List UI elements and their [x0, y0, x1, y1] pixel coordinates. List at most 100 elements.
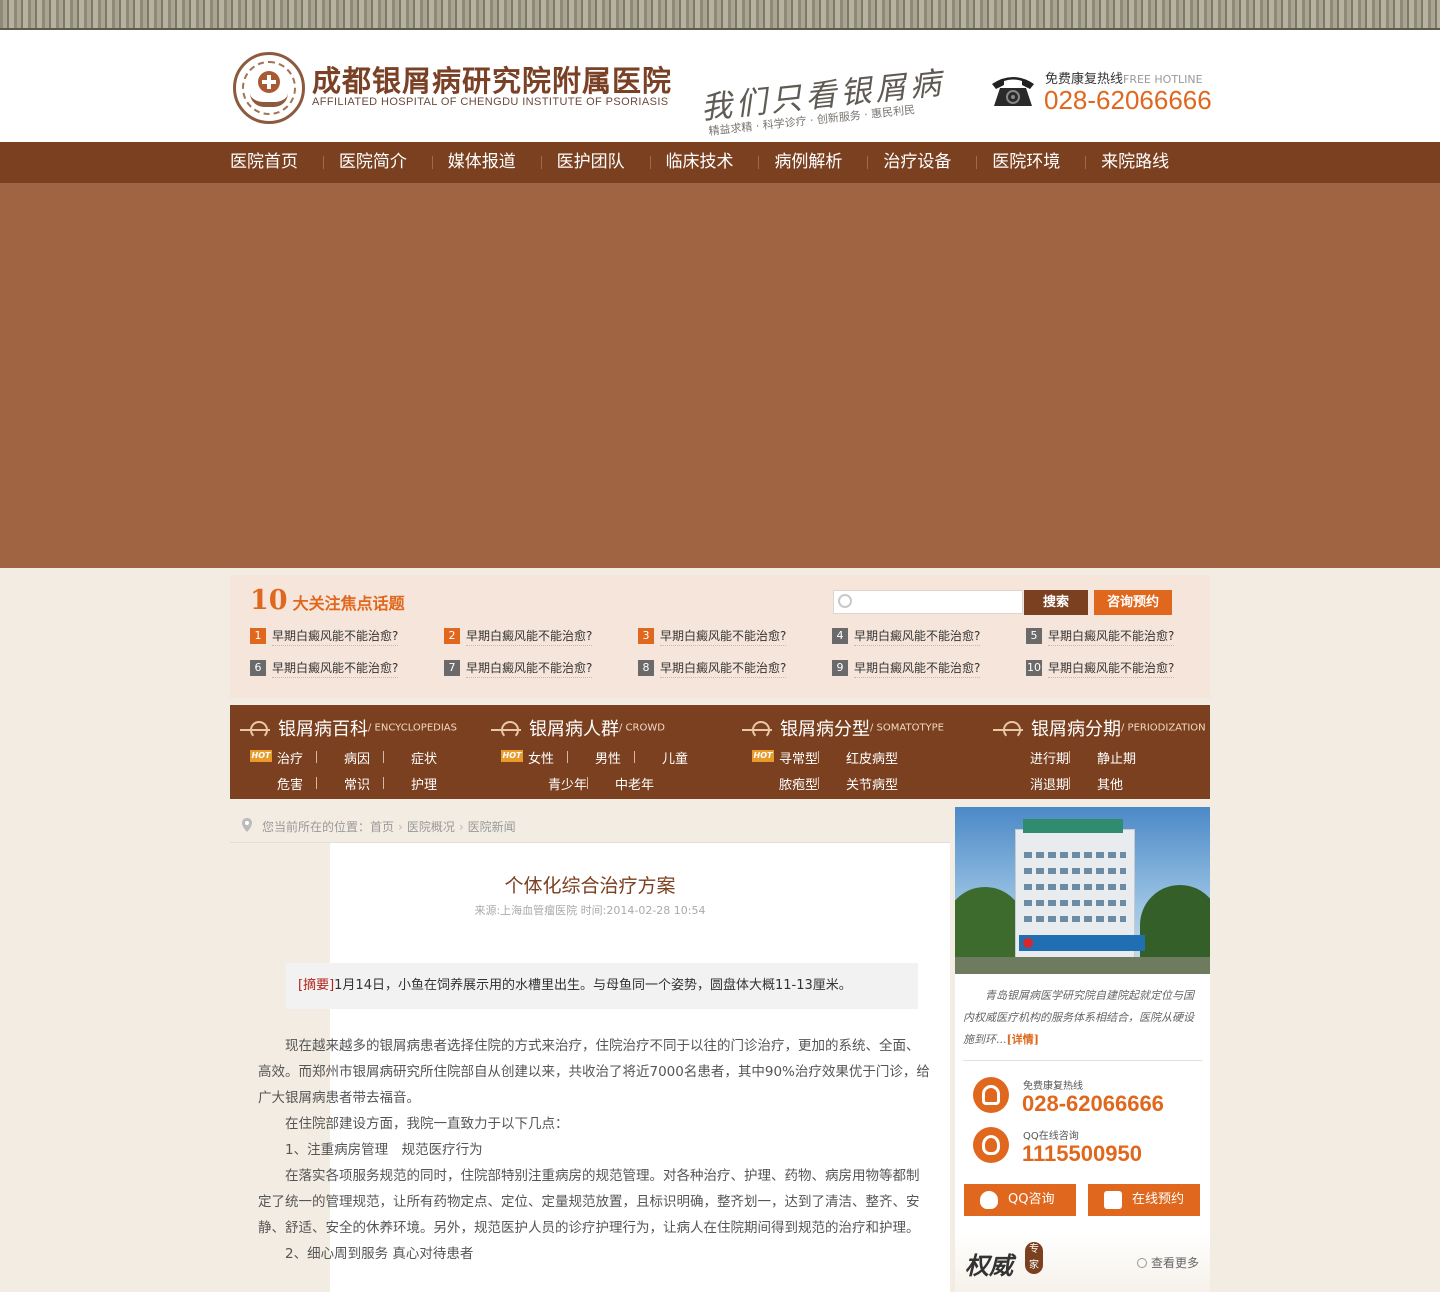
- topic-number-badge: 4: [832, 627, 848, 644]
- hot-badge-icon: HOT: [501, 750, 523, 762]
- nav-item-0[interactable]: 医院首页: [230, 142, 298, 183]
- category-link[interactable]: 男性: [595, 748, 621, 767]
- topic-item[interactable]: 1 早期白癜风能不能治愈?: [250, 627, 399, 646]
- ground: [955, 957, 1210, 974]
- side-hotline-number[interactable]: 028-62066666: [1022, 1091, 1164, 1117]
- nav-item-5[interactable]: 病例解析: [774, 142, 842, 183]
- topic-number-badge: 2: [444, 627, 460, 644]
- category-title-en: / PERIODIZATION: [1121, 722, 1206, 734]
- search-box: [833, 590, 1023, 614]
- topic-item[interactable]: 8 早期白癜风能不能治愈?: [638, 659, 787, 678]
- hospital-logo-icon[interactable]: [233, 52, 305, 124]
- topic-text: 早期白癜风能不能治愈?: [854, 629, 981, 646]
- topic-number-badge: 1: [250, 627, 266, 644]
- category-link[interactable]: 常识: [344, 774, 370, 793]
- category-link[interactable]: 中老年: [615, 774, 654, 793]
- article-paragraph: 在住院部建设方面，我院一直致力于以下几点：: [285, 1116, 569, 1132]
- qq-number[interactable]: 1115500950: [1022, 1141, 1142, 1167]
- side-hotline-label: 免费康复热线: [1023, 1081, 1083, 1092]
- nav-item-4[interactable]: 临床技术: [666, 142, 734, 183]
- category-title-cn: 银屑病人群: [529, 719, 619, 740]
- category-link[interactable]: 护理: [411, 774, 437, 793]
- details-link[interactable]: [详情]: [1007, 1033, 1039, 1046]
- nav-item-3[interactable]: 医护团队: [557, 142, 625, 183]
- category-title-en: / CROWD: [619, 722, 665, 734]
- topic-text: 早期白癜风能不能治愈?: [466, 629, 593, 646]
- window-row: [1024, 884, 1126, 890]
- topic-number-badge: 10: [1026, 659, 1042, 676]
- topic-item[interactable]: 3 早期白癜风能不能治愈?: [638, 627, 787, 646]
- category-title[interactable]: 银屑病百科/ ENCYCLOPEDIAS: [240, 715, 457, 741]
- category-link[interactable]: 病因: [344, 748, 370, 767]
- category-link[interactable]: 女性: [528, 748, 554, 767]
- breadcrumb-arrow-icon: ›: [398, 820, 403, 834]
- breadcrumb-overview[interactable]: 医院概况: [407, 820, 455, 834]
- category-link[interactable]: 寻常型: [779, 748, 818, 767]
- search-input[interactable]: [858, 593, 1018, 611]
- hospital-description: 青岛银屑病医学研究院自建院起就定位与国内权威医疗机构的服务体系相结合，医院从硬设…: [963, 985, 1203, 1051]
- topic-number-badge: 5: [1026, 627, 1042, 644]
- hotline-number[interactable]: 028-62066666: [1044, 85, 1212, 116]
- hospital-name-cn[interactable]: 成都银屑病研究院附属医院: [312, 58, 672, 100]
- nav-item-1[interactable]: 医院简介: [339, 142, 407, 183]
- category-block: 银屑病分期/ PERIODIZATION 进行期 静止期消退期 其他: [983, 705, 1228, 799]
- category-title[interactable]: 银屑病人群/ CROWD: [491, 715, 665, 741]
- nav-separator: [431, 156, 433, 169]
- category-title-cn: 银屑病分期: [1031, 719, 1121, 740]
- view-more-link[interactable]: 查看更多: [1137, 1254, 1199, 1271]
- category-title-en: / SOMATOTYPE: [870, 722, 945, 734]
- category-link[interactable]: 儿童: [662, 748, 688, 767]
- topic-item[interactable]: 7 早期白癜风能不能治愈?: [444, 659, 593, 678]
- telephone-icon: [992, 77, 1034, 106]
- topic-item[interactable]: 2 早期白癜风能不能治愈?: [444, 627, 593, 646]
- category-link[interactable]: 症状: [411, 748, 437, 767]
- category-link-separator: [316, 777, 317, 789]
- topic-item[interactable]: 9 早期白癜风能不能治愈?: [832, 659, 981, 678]
- topic-text: 早期白癜风能不能治愈?: [854, 661, 981, 678]
- hospital-name-en: AFFILIATED HOSPITAL OF CHENGDU INSTITUTE…: [312, 96, 669, 108]
- search-button[interactable]: 搜索: [1024, 590, 1088, 615]
- category-link[interactable]: 脓疱型: [779, 774, 818, 793]
- category-link[interactable]: 关节病型: [846, 774, 898, 793]
- category-title-cn: 银屑病分型: [780, 719, 870, 740]
- topic-item[interactable]: 4 早期白癜风能不能治愈?: [832, 627, 981, 646]
- category-link-separator: [567, 751, 568, 763]
- category-link[interactable]: 治疗: [277, 748, 303, 767]
- nav-item-8[interactable]: 来院路线: [1101, 142, 1169, 183]
- breadcrumb-home[interactable]: 首页: [370, 820, 394, 834]
- nav-item-7[interactable]: 医院环境: [992, 142, 1060, 183]
- category-link[interactable]: 青少年: [548, 774, 587, 793]
- article-summary: [摘要]1月14日，小鱼在饲养展示用的水槽里出生。与母鱼同一个姿势，圆盘体大概1…: [286, 963, 918, 1009]
- category-link-separator: [818, 751, 819, 763]
- view-more-label: 查看更多: [1151, 1256, 1200, 1270]
- hero-banner[interactable]: [0, 183, 1440, 568]
- category-block: 银屑病百科/ ENCYCLOPEDIAS HOT 治疗 病因 症状 危害 常识 护理: [230, 705, 475, 799]
- category-link[interactable]: 消退期: [1030, 774, 1069, 793]
- topic-item[interactable]: 10 早期白癜风能不能治愈?: [1026, 659, 1175, 678]
- category-link[interactable]: 其他: [1097, 774, 1123, 793]
- qq-consult-button[interactable]: QQ咨询: [964, 1184, 1076, 1216]
- category-block: 银屑病人群/ CROWD HOT 女性 男性 儿童青少年 中老年: [481, 705, 726, 799]
- category-title[interactable]: 银屑病分期/ PERIODIZATION: [993, 715, 1206, 741]
- category-link[interactable]: 静止期: [1097, 748, 1136, 767]
- category-link-separator: [1069, 751, 1070, 763]
- topic-text: 早期白癜风能不能治愈?: [272, 661, 399, 678]
- topic-number-badge: 6: [250, 659, 266, 676]
- article-meta: 来源:上海血管瘤医院 时间:2014-02-28 10:54: [474, 904, 706, 917]
- nav-item-6[interactable]: 治疗设备: [883, 142, 951, 183]
- breadcrumb-news[interactable]: 医院新闻: [468, 820, 516, 834]
- topic-item[interactable]: 5 早期白癜风能不能治愈?: [1026, 627, 1175, 646]
- qq-consult-label: QQ咨询: [1008, 1192, 1055, 1207]
- nav-item-2[interactable]: 媒体报道: [448, 142, 516, 183]
- online-booking-button[interactable]: 在线预约: [1088, 1184, 1200, 1216]
- consult-button[interactable]: 咨询预约: [1094, 590, 1172, 615]
- nav-separator: [322, 156, 324, 169]
- topic-item[interactable]: 6 早期白癜风能不能治愈?: [250, 659, 399, 678]
- category-link[interactable]: 红皮病型: [846, 748, 898, 767]
- hospital-building-image[interactable]: [955, 807, 1210, 974]
- category-link[interactable]: 进行期: [1030, 748, 1069, 767]
- hot-topics-title: 10 大关注焦点话题: [250, 585, 405, 616]
- category-title[interactable]: 银屑病分型/ SOMATOTYPE: [742, 715, 944, 741]
- category-link-separator: [383, 751, 384, 763]
- category-link[interactable]: 危害: [277, 774, 303, 793]
